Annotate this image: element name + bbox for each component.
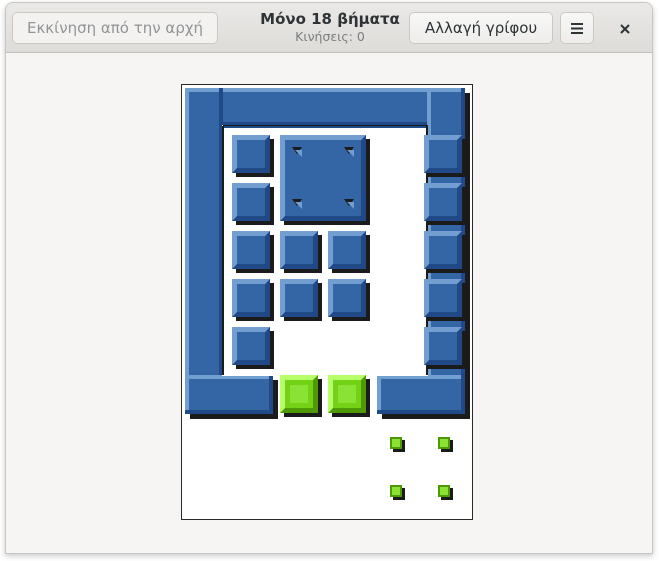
window-title: Μόνο 18 βήματα [260, 10, 400, 28]
small-block[interactable] [328, 231, 370, 273]
goal-marker [390, 485, 405, 500]
goal-marker [438, 437, 453, 452]
small-block[interactable] [232, 135, 274, 177]
small-block[interactable] [424, 135, 466, 177]
title-area: Μόνο 18 βήματα Κινήσεις: 0 [226, 10, 434, 45]
small-block[interactable] [280, 279, 322, 321]
small-block[interactable] [424, 231, 466, 273]
moves-counter: Κινήσεις: 0 [295, 29, 365, 44]
board-canvas [185, 88, 470, 500]
target-block[interactable] [328, 375, 370, 417]
hamburger-menu-icon [571, 22, 583, 34]
goal-marker [438, 485, 453, 500]
close-icon [620, 24, 630, 34]
small-block[interactable] [328, 279, 370, 321]
small-block[interactable] [232, 183, 274, 225]
small-block[interactable] [232, 327, 274, 369]
small-block[interactable] [424, 279, 466, 321]
menu-button[interactable] [560, 12, 594, 44]
close-button[interactable] [614, 18, 636, 40]
small-block[interactable] [424, 327, 466, 369]
small-block[interactable] [232, 279, 274, 321]
small-block[interactable] [424, 183, 466, 225]
small-block[interactable] [280, 231, 322, 273]
header-bar: Εκκίνηση από την αρχή Μόνο 18 βήματα Κιν… [6, 3, 652, 53]
goal-marker [390, 437, 405, 452]
target-block[interactable] [280, 375, 322, 417]
small-block[interactable] [232, 231, 274, 273]
change-puzzle-button[interactable]: Αλλαγή γρίφου [409, 12, 553, 44]
restart-button[interactable]: Εκκίνηση από την αρχή [12, 12, 218, 44]
game-board [181, 84, 473, 520]
